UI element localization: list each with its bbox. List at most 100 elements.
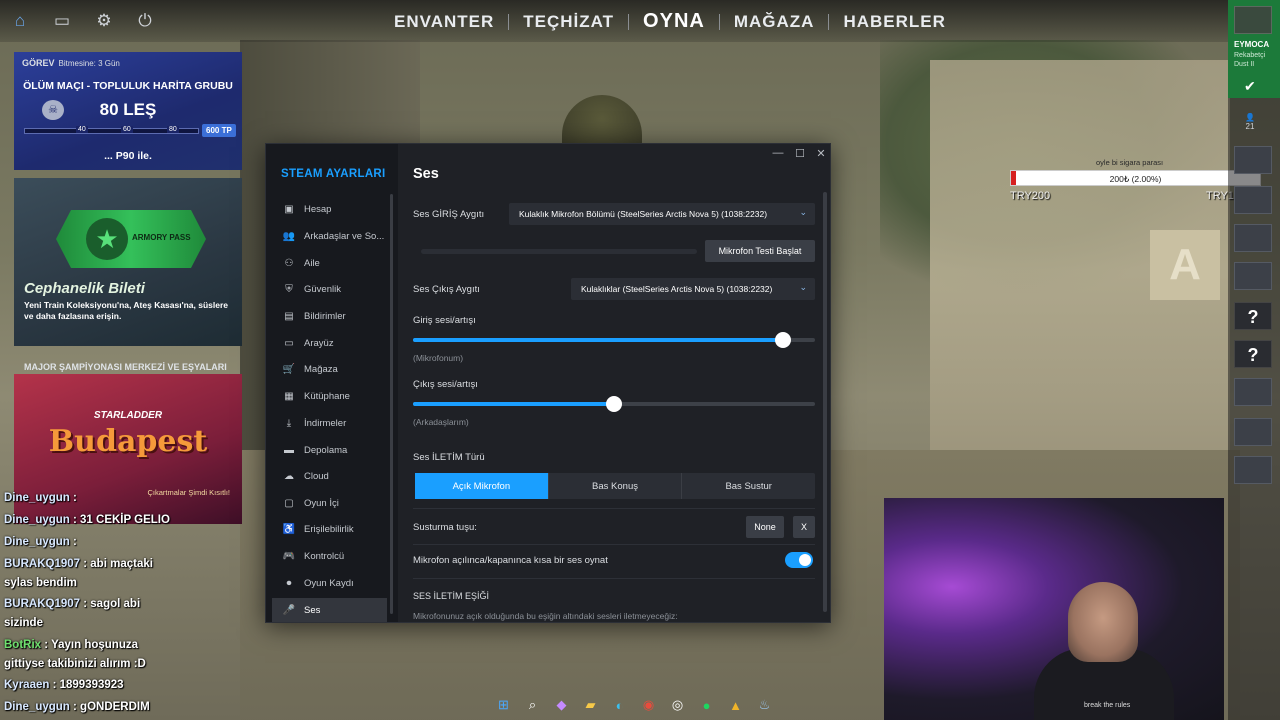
unknown-player-tile[interactable]: ? (1234, 302, 1272, 330)
friend-status: Rekabetçi Dust II (1234, 52, 1266, 68)
input-volume-slider[interactable] (413, 332, 815, 348)
mic-level-meter (421, 249, 697, 254)
copilot-icon[interactable]: ◆ (550, 694, 573, 717)
chat-message: BotRix : Yayın hoşunuza (4, 639, 138, 651)
sidebar-item-voice[interactable]: 🎤 Ses (272, 598, 387, 622)
mic-test-button[interactable]: Mikrofon Testi Başlat (705, 240, 815, 262)
webcam-feed: break the rules (884, 498, 1224, 720)
avatar[interactable] (1234, 418, 1272, 446)
friends-count[interactable]: 👤 21 (1245, 113, 1255, 131)
mission-time: Bitmesine: 3 Gün (58, 59, 120, 68)
steam-settings-window: STEAM AYARLARI ▣ Hesap 👥 Arkadaşlar ve So.… (265, 143, 831, 623)
sidebar-item-storage[interactable]: ▬ Depolama (272, 438, 387, 462)
monitor-icon: ▭ (284, 337, 294, 349)
transmission-push-to-talk[interactable]: Bas Konuş (549, 473, 683, 499)
avatar[interactable] (1234, 378, 1272, 406)
nav-news[interactable]: HABERLER (829, 12, 959, 32)
threshold-description: Mikrofonunuz açık olduğunda bu eşiğin al… (413, 611, 678, 621)
sidebar-scrollbar[interactable] (390, 194, 393, 614)
donation-progress-bar: 200₺ (2.00%) (1010, 170, 1261, 186)
unknown-player-tile[interactable]: ? (1234, 340, 1272, 368)
sidebar-item-in-game[interactable]: ▢ Oyun İçi (272, 491, 387, 515)
nav-inventory[interactable]: ENVANTER (380, 12, 508, 32)
family-icon: ⚇ (284, 257, 294, 269)
friend-card[interactable]: EYMOCA Rekabetçi Dust II ✔ (1228, 0, 1280, 98)
sidebar-item-notifications[interactable]: ▤ Bildirimler (272, 304, 387, 328)
sidebar-item-game-recording[interactable]: ⏺ Oyun Kaydı (272, 571, 387, 595)
download-icon: ⤓ (286, 417, 292, 429)
nav-store[interactable]: MAĞAZA (720, 12, 829, 32)
chat-message: BURAKQ1907 : abi maçtaki (4, 558, 153, 570)
sidebar-item-cloud[interactable]: ☁ Cloud (272, 464, 387, 488)
edge-icon[interactable]: ◐ (608, 694, 631, 717)
steam-icon[interactable]: ♨ (753, 694, 776, 717)
transmission-label: Ses İLETİM Türü (413, 452, 485, 463)
avatar[interactable] (1234, 186, 1272, 214)
slider-fill (413, 338, 783, 342)
chat-message: Kyraaen : 1899393923 (4, 679, 124, 691)
avatar[interactable] (1234, 262, 1272, 290)
chat-message: BURAKQ1907 : sagol abi (4, 598, 141, 610)
avatar (1234, 6, 1272, 34)
microphone-icon: 🎤 (282, 604, 296, 616)
mute-key-clear-button[interactable]: X (793, 516, 815, 538)
sidebar-item-security[interactable]: ⛨ Güvenlik (272, 277, 387, 301)
app-icon[interactable]: ▲ (724, 694, 747, 717)
gear-icon[interactable]: ⚙ (94, 12, 114, 30)
sidebar-item-library[interactable]: ▦ Kütüphane (272, 384, 387, 408)
slider-knob[interactable] (775, 332, 791, 348)
inventory-icon[interactable]: ▭ (52, 12, 72, 30)
chrome-icon[interactable]: ◉ (637, 694, 660, 717)
sidebar-item-account[interactable]: ▣ Hesap (272, 197, 387, 221)
output-volume-slider[interactable] (413, 396, 815, 412)
account-icon: ▣ (284, 203, 294, 215)
sidebar-item-store[interactable]: 🛒 Mağaza (272, 357, 387, 381)
mic-sound-toggle[interactable] (785, 552, 813, 568)
friends-icon: 👥 (282, 230, 296, 242)
slider-knob[interactable] (606, 396, 622, 412)
mic-sound-label: Mikrofon açılınca/kapanınca kısa bir ses… (413, 555, 608, 566)
drive-icon: ▬ (284, 444, 294, 456)
nav-loadout[interactable]: TEÇHİZAT (509, 12, 628, 32)
record-icon: ⏺ (286, 577, 292, 589)
windows-start-icon[interactable]: ⊞ (492, 694, 515, 717)
chat-message: Dine_uygun : gONDERDIM (4, 701, 150, 713)
nav-play[interactable]: OYNA (629, 10, 719, 33)
sidebar-item-controller[interactable]: 🎮 Kontrolcü (272, 544, 387, 568)
obs-icon[interactable]: ◎ (666, 694, 689, 717)
sidebar-item-downloads[interactable]: ⤓ İndirmeler (272, 411, 387, 435)
spotify-icon[interactable]: ● (695, 694, 718, 717)
person-icon: 👤 (1245, 113, 1255, 122)
check-icon[interactable]: ✔ (1244, 78, 1256, 95)
sidebar-item-interface[interactable]: ▭ Arayüz (272, 331, 387, 355)
divider (413, 508, 815, 509)
armory-pass-card[interactable]: ★ ARMORY PASS Cephanelik Bileti Yeni Tra… (14, 178, 242, 346)
output-device-select[interactable]: Kulaklıklar (SteelSeries Arctis Nova 5) … (571, 278, 815, 300)
top-navigation: ⌂ ▭ ⚙ ⏻ ENVANTER TEÇHİZAT OYNA MAĞAZA HA… (0, 0, 1228, 42)
site-a-marker: A (1150, 230, 1220, 300)
search-icon[interactable]: ⌕ (521, 694, 544, 717)
input-device-select[interactable]: Kulaklık Mikrofon Bölümü (SteelSeries Ar… (509, 203, 815, 225)
sidebar-item-friends[interactable]: 👥 Arkadaşlar ve So... (272, 224, 387, 248)
chevron-down-icon: ⌄ (799, 207, 807, 217)
transmission-open-mic[interactable]: Açık Mikrofon (415, 473, 549, 499)
home-icon[interactable]: ⌂ (10, 12, 30, 30)
star-icon: ★ (86, 218, 128, 260)
chat-message: Dine_uygun : (4, 492, 77, 504)
input-volume-label: Giriş sesi/artışı (413, 315, 476, 326)
mission-card[interactable]: GÖREV Bitmesine: 3 Gün ÖLÜM MAÇI - TOPLUL… (14, 52, 242, 170)
power-icon[interactable]: ⏻ (135, 12, 155, 30)
avatar[interactable] (1234, 224, 1272, 252)
avatar[interactable] (1234, 456, 1272, 484)
folder-icon[interactable]: ▰ (579, 694, 602, 717)
mission-weapon: ... P90 ile. (104, 150, 152, 162)
mute-key-button[interactable]: None (746, 516, 784, 538)
sidebar-item-family[interactable]: ⚇ Aile (272, 251, 387, 275)
chevron-down-icon: ⌄ (799, 282, 807, 292)
content-scrollbar[interactable] (823, 192, 827, 612)
avatar[interactable] (1234, 146, 1272, 174)
sidebar-item-accessibility[interactable]: ♿ Erişilebilirlik (272, 517, 387, 541)
transmission-push-to-mute[interactable]: Bas Sustur (682, 473, 815, 499)
cloud-icon: ☁ (284, 470, 294, 482)
armory-description: Yeni Train Koleksiyonu'na, Ateş Kasası'n… (24, 300, 229, 321)
